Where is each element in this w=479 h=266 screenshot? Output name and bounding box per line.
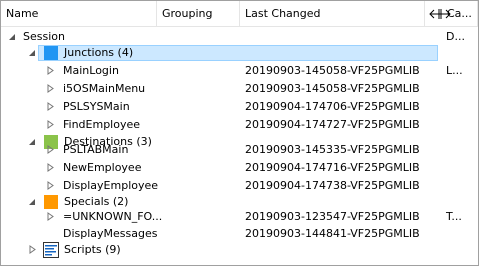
tree-node-specials[interactable]: Specials (2)	[1, 191, 478, 209]
tree-node-destinations-header[interactable]: Destinations (3)	[1, 124, 478, 149]
junctions-category-icon	[44, 46, 58, 60]
collapsed-arrow-icon[interactable]	[46, 84, 55, 93]
collapsed-arrow-icon[interactable]	[46, 181, 55, 190]
junctions-label: Junctions (4)	[64, 46, 134, 59]
tree-node-scripts[interactable]: Scripts (9)	[1, 238, 478, 258]
column-header: Name Grouping Last Changed Ca...	[1, 1, 478, 27]
tree-item[interactable]: NewEmployee 20190904-174716-VF25PGMLIB	[1, 159, 478, 177]
tree-item-name: MainLogin	[63, 64, 119, 77]
tree-item-last-changed: 20190903-145058-VF25PGMLIB	[245, 82, 420, 95]
tree-item-last-changed: 20190903-145335-VF25PGMLIB	[245, 143, 420, 156]
tree-item-name: PSLSYSMain	[63, 100, 130, 113]
tree-node-junctions[interactable]: Junctions (4)	[1, 44, 478, 62]
tree-item-last-changed: 20190903-145058-VF25PGMLIB	[245, 64, 420, 77]
collapsed-arrow-icon[interactable]	[46, 66, 55, 75]
column-header-grouping[interactable]: Grouping	[157, 1, 240, 26]
tree-item-last-changed: 20190904-174716-VF25PGMLIB	[245, 161, 420, 174]
collapsed-arrow-icon[interactable]	[46, 145, 55, 154]
tree-item[interactable]: =UNKNOWN_FO... 20190903-123547-VF25PGMLI…	[1, 208, 478, 226]
tree-item-name: i5OSMainMenu	[63, 82, 146, 95]
session-tree-view: Name Grouping Last Changed Ca... Session…	[0, 0, 479, 266]
collapsed-arrow-icon[interactable]	[46, 102, 55, 111]
tree-item[interactable]: i5OSMainMenu 20190903-145058-VF25PGMLIB	[1, 80, 478, 98]
collapsed-arrow-icon[interactable]	[46, 212, 55, 221]
column-header-name[interactable]: Name	[1, 1, 157, 26]
specials-category-icon	[44, 195, 58, 209]
tree-item-extra: L...	[446, 64, 463, 77]
tree-item-last-changed: 20190904-174706-VF25PGMLIB	[245, 100, 420, 113]
scripts-category-icon	[43, 242, 59, 258]
expanded-arrow-icon[interactable]	[8, 32, 17, 41]
tree-item-name: PSLTABMain	[63, 143, 129, 156]
scripts-label: Scripts (9)	[64, 243, 121, 256]
tree-item-last-changed: 20190903-123547-VF25PGMLIB	[245, 210, 420, 223]
tree-item[interactable]: MainLogin 20190903-145058-VF25PGMLIB L..…	[1, 62, 478, 80]
tree-item[interactable]: PSLSYSMain 20190904-174706-VF25PGMLIB	[1, 98, 478, 116]
tree-item-name: =UNKNOWN_FO...	[63, 210, 163, 223]
collapsed-arrow-icon[interactable]	[28, 245, 37, 254]
tree-item-extra: T...	[446, 210, 462, 223]
column-header-last-changed[interactable]: Last Changed	[240, 1, 424, 26]
expanded-arrow-icon[interactable]	[28, 197, 37, 206]
expanded-arrow-icon[interactable]	[28, 48, 37, 57]
tree-item-name: NewEmployee	[63, 161, 142, 174]
collapsed-arrow-icon[interactable]	[46, 163, 55, 172]
tree-item[interactable]: PSLTABMain 20190903-145335-VF25PGMLIB	[1, 141, 478, 159]
column-resize-cursor-icon[interactable]	[429, 9, 451, 19]
